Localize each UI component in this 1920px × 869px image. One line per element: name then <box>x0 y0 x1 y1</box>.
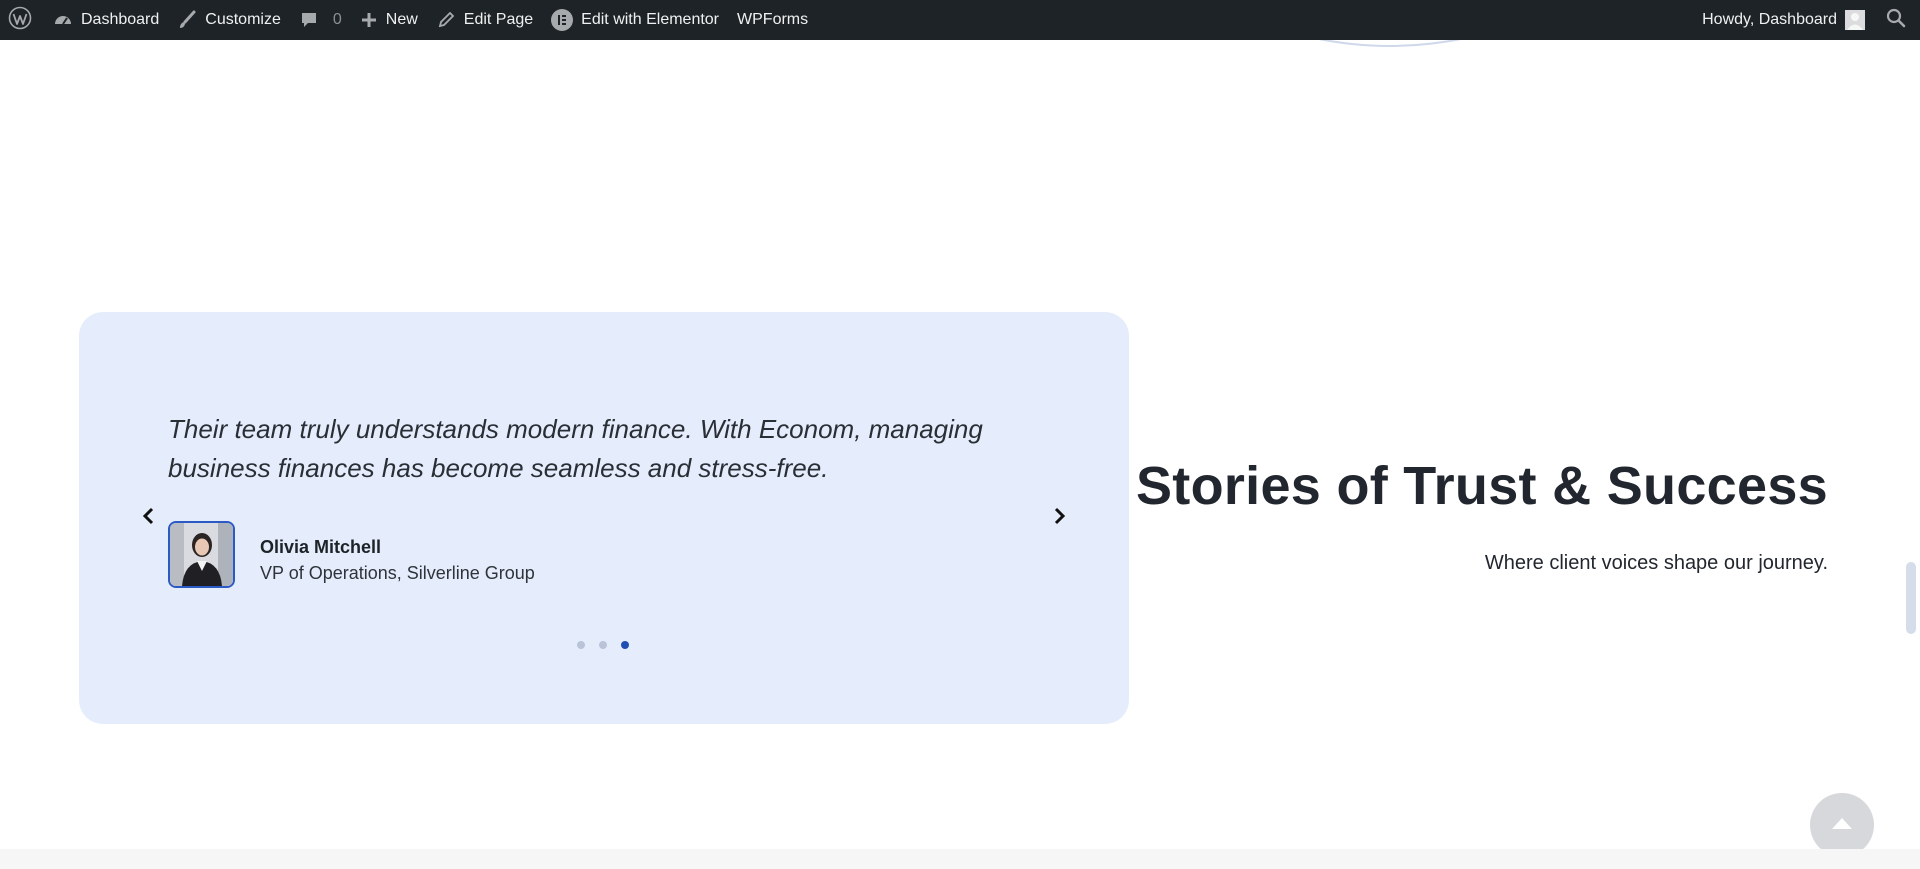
brush-icon <box>177 10 197 30</box>
arrow-up-icon <box>1831 816 1853 835</box>
howdy-label: Howdy, Dashboard <box>1702 11 1837 28</box>
slider-prev-button[interactable] <box>136 506 160 530</box>
dashboard-label: Dashboard <box>81 11 160 28</box>
author-avatar <box>168 521 235 588</box>
scrollbar-thumb[interactable] <box>1906 562 1916 634</box>
comment-icon <box>299 10 319 30</box>
pencil-icon <box>436 10 456 30</box>
slider-pagination <box>577 641 629 649</box>
adminbar-account-menu[interactable]: Howdy, Dashboard <box>1693 0 1874 40</box>
author-name: Olivia Mitchell <box>260 537 382 557</box>
section-heading: Stories of Trust & Success <box>1135 456 1828 516</box>
slider-next-button[interactable] <box>1048 506 1072 530</box>
adminbar-new-link[interactable]: New <box>351 0 427 40</box>
adminbar-customize-link[interactable]: Customize <box>168 0 290 40</box>
adminbar-comments-link[interactable]: 0 <box>290 0 351 40</box>
wordpress-logo-button[interactable] <box>0 0 44 40</box>
new-label: New <box>385 11 418 28</box>
slider-dot-1[interactable] <box>577 641 585 649</box>
admin-bar-left: Dashboard Customize 0 New Edit Page Edit… <box>0 0 817 40</box>
adminbar-elementor-link[interactable]: Edit with Elementor <box>542 0 728 40</box>
plus-icon <box>360 11 378 29</box>
dashboard-icon <box>53 10 73 30</box>
admin-bar: Dashboard Customize 0 New Edit Page Edit… <box>0 0 1920 40</box>
testimonial-card <box>79 312 1129 724</box>
section-subheading: Where client voices shape our journey. <box>1484 552 1828 574</box>
elementor-label: Edit with Elementor <box>581 11 720 28</box>
admin-bar-right: Howdy, Dashboard <box>1693 0 1920 40</box>
search-icon <box>1886 8 1906 33</box>
edit-page-label: Edit Page <box>463 11 534 28</box>
adminbar-search-button[interactable] <box>1874 0 1920 40</box>
slider-dot-2[interactable] <box>599 641 607 649</box>
adminbar-dashboard-link[interactable]: Dashboard <box>44 0 168 40</box>
wpforms-label: WPForms <box>737 11 809 28</box>
back-to-top-button[interactable] <box>1810 793 1874 857</box>
adminbar-edit-page-link[interactable]: Edit Page <box>427 0 542 40</box>
user-avatar-icon <box>1845 10 1865 30</box>
author-role: VP of Operations, Silverline Group <box>260 563 535 583</box>
footer-strip <box>0 849 1920 869</box>
adminbar-wpforms-link[interactable]: WPForms <box>728 0 817 40</box>
slider-dot-3[interactable] <box>621 641 629 649</box>
wordpress-icon <box>8 6 32 35</box>
comment-count: 0 <box>332 11 342 28</box>
chevron-left-icon <box>141 507 155 530</box>
testimonial-quote: Their team truly understands modern fina… <box>168 414 983 483</box>
customize-label: Customize <box>205 11 281 28</box>
chevron-right-icon <box>1053 507 1067 530</box>
elementor-icon <box>551 9 574 31</box>
